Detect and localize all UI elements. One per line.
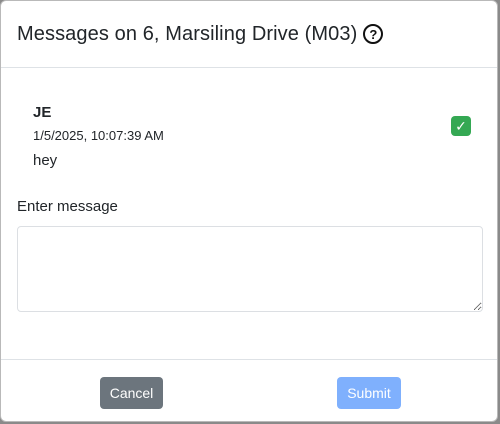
message-input-label: Enter message	[17, 198, 118, 215]
cancel-button[interactable]: Cancel	[100, 377, 163, 409]
question-circle-icon[interactable]: ?	[363, 24, 384, 44]
modal-header: Messages on 6, Marsiling Drive (M03) ?	[1, 1, 497, 68]
message-timestamp: 1/5/2025, 10:07:39 AM	[33, 128, 164, 143]
message-input[interactable]	[17, 226, 483, 312]
message-text: hey	[33, 152, 58, 169]
modal-footer: Cancel Submit	[1, 359, 497, 421]
message-item: JE 1/5/2025, 10:07:39 AM hey ✓	[17, 68, 481, 170]
modal-body: JE 1/5/2025, 10:07:39 AM hey ✓ Enter mes…	[1, 68, 497, 312]
submit-button[interactable]: Submit	[337, 377, 401, 409]
message-author: JE	[33, 104, 52, 121]
modal-title: Messages on 6, Marsiling Drive (M03)	[17, 22, 358, 45]
check-mark-icon: ✓	[451, 116, 471, 136]
messages-modal: Messages on 6, Marsiling Drive (M03) ? J…	[0, 0, 498, 422]
